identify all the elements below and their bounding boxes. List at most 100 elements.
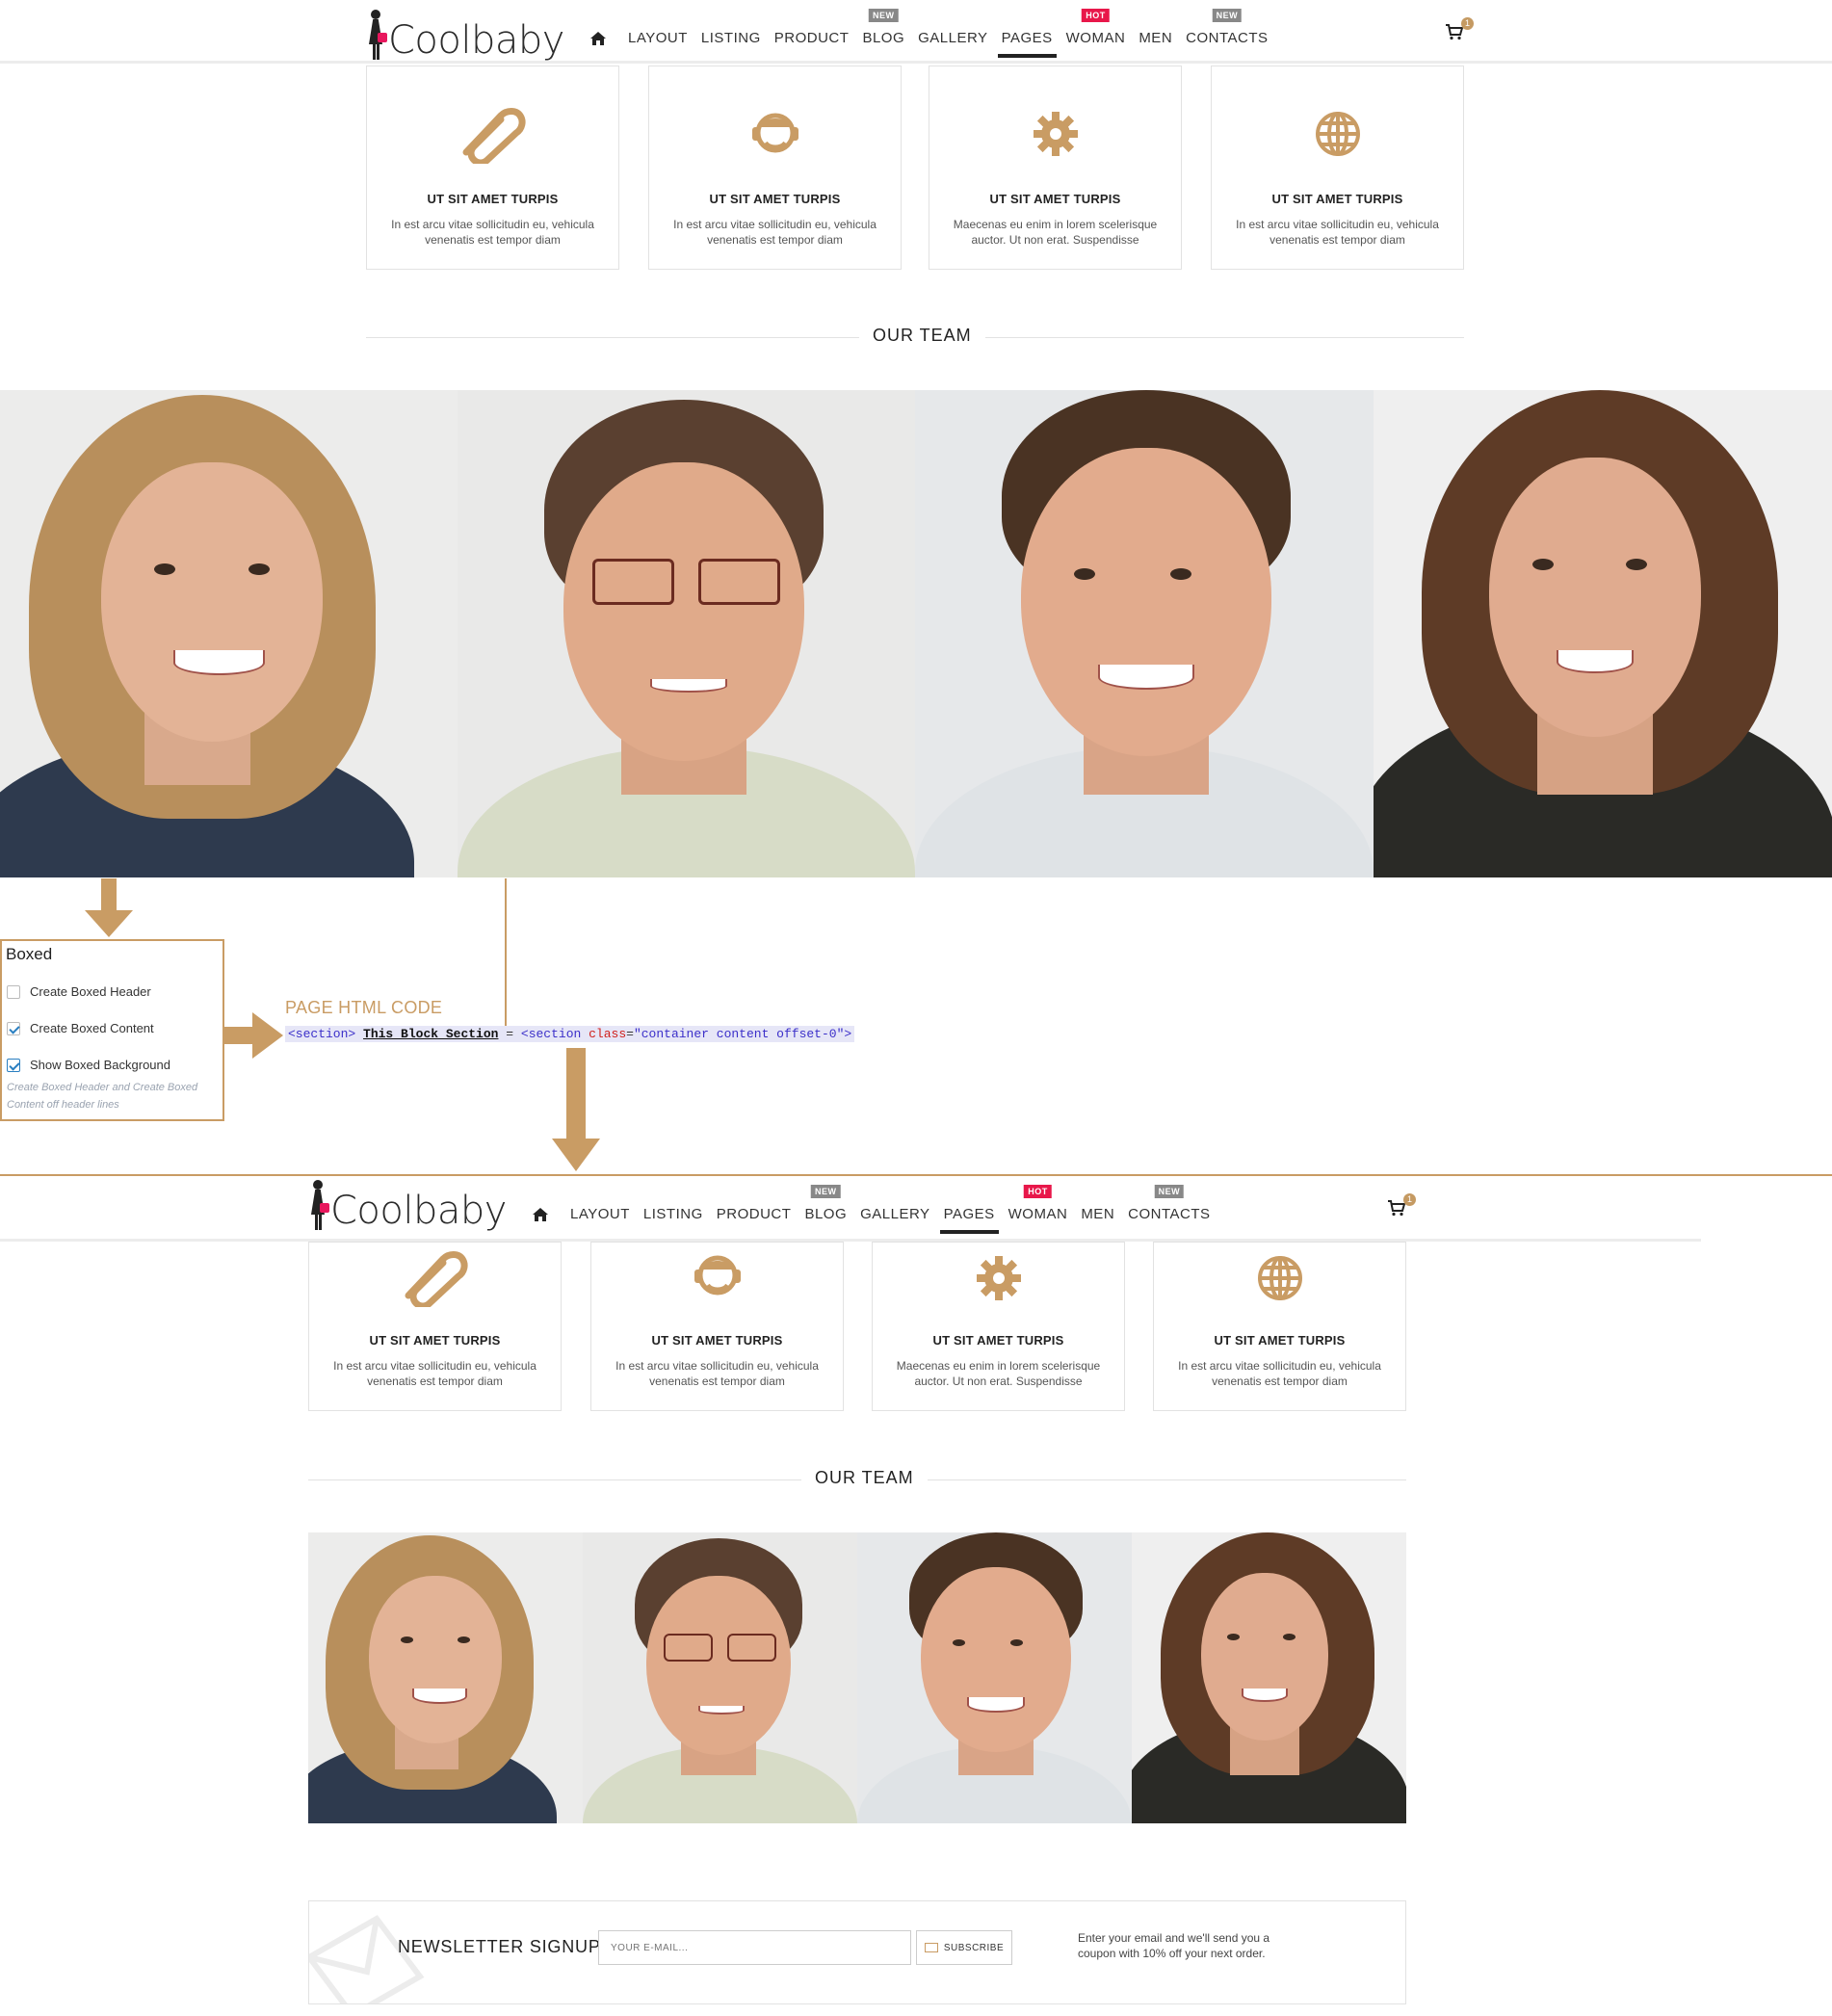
code-block-text: This Block Section xyxy=(363,1027,499,1041)
code-string: "container content offset-0"> xyxy=(633,1027,852,1041)
main-nav: LAYOUT LISTING PRODUCT BLOG NEW GALLERY P… xyxy=(589,9,1282,58)
feature-title: UT SIT AMET TURPIS xyxy=(651,1333,783,1348)
feature-text-line2: auctor. Ut non erat. Suspendisse xyxy=(914,1375,1083,1388)
option-boxed-content[interactable]: Create Boxed Content xyxy=(7,1021,154,1035)
team-photo xyxy=(308,1532,583,1823)
nav-woman[interactable]: WOMAN HOT xyxy=(1065,9,1126,46)
team-title: OUR TEAM xyxy=(801,1468,928,1488)
nav-woman[interactable]: WOMAN HOT xyxy=(1008,1185,1068,1222)
new-badge: NEW xyxy=(869,9,899,22)
nav-home[interactable] xyxy=(589,31,607,46)
feature-text-line2: auctor. Ut non erat. Suspendisse xyxy=(971,233,1139,247)
code-label: PAGE HTML CODE xyxy=(285,998,443,1017)
option-label: Create Boxed Header xyxy=(30,984,151,999)
annotation-arrow-right-icon xyxy=(252,1012,283,1059)
feature-title: UT SIT AMET TURPIS xyxy=(932,1333,1064,1348)
nav-listing[interactable]: LISTING xyxy=(701,30,761,46)
main-nav: LAYOUT LISTING PRODUCT BLOG NEW GALLERY P… xyxy=(532,1185,1224,1234)
feature-box: UT SIT AMET TURPIS In est arcu vitae sol… xyxy=(1211,65,1464,270)
annotation-line xyxy=(505,878,507,1037)
feature-text-line1: Maecenas eu enim in lorem scelerisque xyxy=(953,218,1158,231)
nav-pages[interactable]: PAGES xyxy=(939,1206,999,1234)
annotation-arrow-down-icon xyxy=(85,910,133,937)
paperclip-icon xyxy=(405,1251,468,1307)
gear-icon xyxy=(1033,112,1078,156)
team-title: OUR TEAM xyxy=(859,326,985,346)
feature-text-line1: Maecenas eu enim in lorem scelerisque xyxy=(896,1359,1101,1373)
header-boxed: Coolbaby LAYOUT LISTING PRODUCT BLOG NEW … xyxy=(0,1176,1701,1242)
nav-layout[interactable]: LAYOUT xyxy=(570,1206,630,1222)
nav-men[interactable]: MEN xyxy=(1081,1206,1114,1222)
feature-box: UT SIT AMET TURPIS Maecenas eu enim in l… xyxy=(929,65,1182,270)
team-photo xyxy=(458,390,915,877)
code-snippet: <section> This Block Section = <section … xyxy=(285,1026,855,1042)
nav-contacts[interactable]: CONTACTS NEW xyxy=(1186,9,1269,46)
headset-icon xyxy=(694,1255,741,1296)
nav-contacts-label: CONTACTS xyxy=(1128,1206,1211,1222)
checkbox[interactable] xyxy=(7,984,20,999)
checkbox-checked[interactable] xyxy=(7,1058,20,1072)
nav-blog[interactable]: BLOG NEW xyxy=(804,1185,847,1222)
subscribe-button[interactable]: SUBSCRIBE xyxy=(916,1930,1012,1965)
subscribe-label: SUBSCRIBE xyxy=(943,1942,1005,1953)
nav-blog-label: BLOG xyxy=(862,30,905,46)
feature-text-line2: venenatis est tempor diam xyxy=(649,1375,785,1388)
headset-icon xyxy=(751,113,798,153)
feature-title: UT SIT AMET TURPIS xyxy=(709,192,841,206)
nav-home[interactable] xyxy=(532,1207,549,1222)
boxed-settings-panel: Boxed Create Boxed Header Create Boxed C… xyxy=(0,939,224,1121)
option-boxed-header[interactable]: Create Boxed Header xyxy=(7,984,151,999)
code-tag: <section> xyxy=(288,1027,356,1041)
nav-product[interactable]: PRODUCT xyxy=(774,30,850,46)
nav-listing[interactable]: LISTING xyxy=(643,1206,703,1222)
feature-title: UT SIT AMET TURPIS xyxy=(989,192,1121,206)
home-icon xyxy=(590,31,606,45)
newsletter-box: NEWSLETTER SIGNUP SUBSCRIBE Enter your e… xyxy=(308,1900,1406,2004)
cart-count: 1 xyxy=(1461,17,1474,30)
logo-text: Coolbaby xyxy=(388,18,564,63)
checkbox-checked[interactable] xyxy=(7,1021,20,1035)
newsletter-email-input[interactable] xyxy=(598,1930,911,1965)
logo-figure-icon xyxy=(366,6,387,60)
option-label: Show Boxed Background xyxy=(30,1058,170,1072)
logo[interactable]: Coolbaby xyxy=(308,1176,507,1230)
nav-gallery[interactable]: GALLERY xyxy=(918,30,987,46)
team-photo xyxy=(583,1532,857,1823)
cart-button[interactable]: 1 xyxy=(1387,1193,1416,1218)
feature-text-line2: venenatis est tempor diam xyxy=(367,1375,503,1388)
feature-box: UT SIT AMET TURPIS In est arcu vitae sol… xyxy=(366,65,619,270)
globe-icon xyxy=(1315,112,1360,156)
nav-layout[interactable]: LAYOUT xyxy=(628,30,688,46)
feature-text-line1: In est arcu vitae sollicitudin eu, vehic… xyxy=(1236,218,1439,231)
feature-title: UT SIT AMET TURPIS xyxy=(427,192,559,206)
option-label: Create Boxed Content xyxy=(30,1021,154,1035)
feature-text-line2: venenatis est tempor diam xyxy=(707,233,843,247)
feature-box: UT SIT AMET TURPIS Maecenas eu enim in l… xyxy=(872,1242,1125,1411)
paperclip-icon xyxy=(462,108,526,164)
globe-icon xyxy=(1257,1256,1302,1300)
team-photo xyxy=(1132,1532,1406,1823)
option-boxed-background[interactable]: Show Boxed Background xyxy=(7,1058,170,1072)
feature-box: UT SIT AMET TURPIS In est arcu vitae sol… xyxy=(308,1242,562,1411)
nav-woman-label: WOMAN xyxy=(1065,30,1126,46)
nav-blog[interactable]: BLOG NEW xyxy=(862,9,905,46)
feature-text-line2: venenatis est tempor diam xyxy=(1212,1375,1348,1388)
newsletter-note-line2: coupon with 10% off your next order. xyxy=(1078,1947,1266,1960)
feature-text-line1: In est arcu vitae sollicitudin eu, vehic… xyxy=(615,1359,819,1373)
logo-text: Coolbaby xyxy=(330,1189,507,1233)
feature-text-line1: In est arcu vitae sollicitudin eu, vehic… xyxy=(673,218,877,231)
gear-icon xyxy=(976,1256,1021,1300)
newsletter-title: NEWSLETTER SIGNUP xyxy=(398,1937,601,1956)
nav-pages[interactable]: PAGES xyxy=(997,30,1057,58)
team-photo xyxy=(915,390,1374,877)
annotation-arrow-shaft xyxy=(224,1027,253,1044)
nav-contacts[interactable]: CONTACTS NEW xyxy=(1128,1185,1211,1222)
nav-gallery[interactable]: GALLERY xyxy=(860,1206,929,1222)
nav-contacts-label: CONTACTS xyxy=(1186,30,1269,46)
feature-box: UT SIT AMET TURPIS In est arcu vitae sol… xyxy=(1153,1242,1406,1411)
nav-men[interactable]: MEN xyxy=(1138,30,1172,46)
cart-button[interactable]: 1 xyxy=(1445,17,1474,42)
logo[interactable]: Coolbaby xyxy=(366,6,564,60)
nav-product[interactable]: PRODUCT xyxy=(717,1206,792,1222)
feature-text-line2: venenatis est tempor diam xyxy=(425,233,561,247)
